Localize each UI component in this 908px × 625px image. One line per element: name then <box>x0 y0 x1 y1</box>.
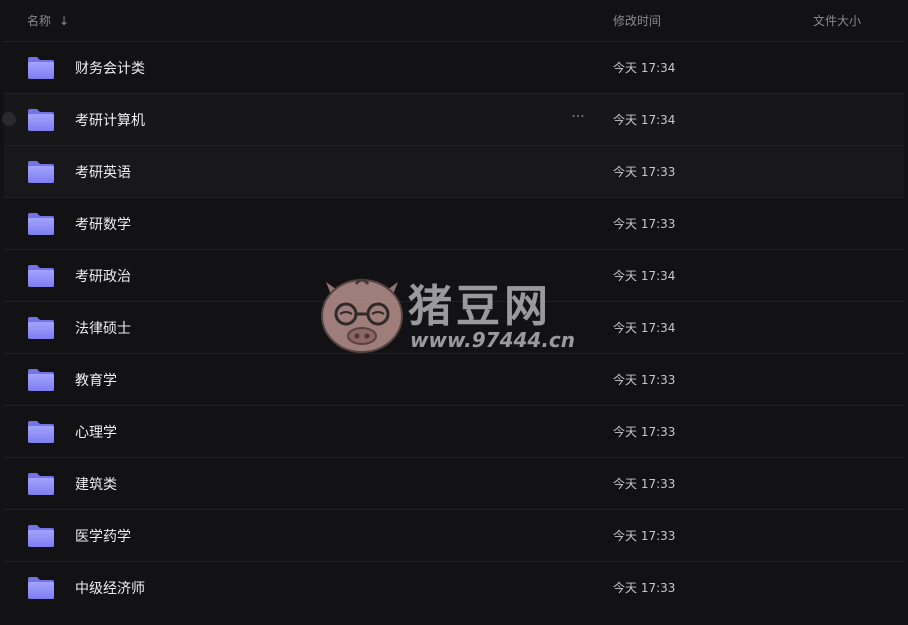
folder-icon <box>28 213 54 235</box>
folder-row[interactable]: 财务会计类 今天 17:34 <box>4 42 904 94</box>
modified-time: 今天 17:33 <box>613 373 676 387</box>
sort-down-icon[interactable]: ↓ <box>59 15 69 27</box>
modified-time: 今天 17:33 <box>613 217 676 231</box>
folder-name[interactable]: 考研计算机 <box>75 110 145 130</box>
folder-row[interactable]: 考研计算机 ··· 今天 17:34 <box>2 94 904 146</box>
folder-name[interactable]: 法律硕士 <box>75 318 131 338</box>
row-select-handle[interactable] <box>2 112 16 126</box>
folder-name[interactable]: 医学药学 <box>75 526 131 546</box>
file-size-column-header[interactable]: 文件大小 <box>813 12 861 29</box>
folder-name[interactable]: 心理学 <box>75 422 117 442</box>
pig-logo-icon <box>321 278 403 353</box>
folder-row[interactable]: 中级经济师 今天 17:33 <box>4 562 904 613</box>
folder-row[interactable]: 心理学 今天 17:33 <box>4 406 904 458</box>
folder-row[interactable]: 医学药学 今天 17:33 <box>4 510 904 562</box>
modified-time: 今天 17:33 <box>613 529 676 543</box>
modified-time: 今天 17:33 <box>613 165 676 179</box>
folder-name[interactable]: 教育学 <box>75 370 117 390</box>
watermark-url: www.97444.cn <box>410 328 576 352</box>
modified-time: 今天 17:34 <box>613 269 676 283</box>
modified-time: 今天 17:34 <box>613 113 676 127</box>
folder-icon <box>28 265 54 287</box>
name-column-label: 名称 <box>27 14 52 28</box>
folder-icon <box>28 317 54 339</box>
folder-icon <box>28 369 54 391</box>
folder-icon <box>28 421 54 443</box>
watermark-title: 猪豆网 <box>408 281 552 332</box>
folder-row[interactable]: 考研英语 今天 17:33 <box>4 146 904 198</box>
folder-name[interactable]: 考研政治 <box>75 266 131 286</box>
folder-name[interactable]: 中级经济师 <box>75 578 145 598</box>
file-list: 名称 ↓ 修改时间 文件大小 财务会计类 今天 17:34 考研计算机 ··· … <box>0 0 908 625</box>
folder-icon <box>28 473 54 495</box>
folder-row[interactable]: 教育学 今天 17:33 <box>4 354 904 406</box>
folder-row[interactable]: 建筑类 今天 17:33 <box>4 458 904 510</box>
modified-time: 今天 17:33 <box>613 425 676 439</box>
list-header: 名称 ↓ 修改时间 文件大小 <box>4 0 904 42</box>
folder-icon <box>28 109 54 131</box>
folder-name[interactable]: 建筑类 <box>75 474 117 494</box>
modified-time: 今天 17:33 <box>613 477 676 491</box>
folder-name[interactable]: 财务会计类 <box>75 58 145 78</box>
more-options-icon[interactable]: ··· <box>568 108 588 128</box>
folder-name[interactable]: 考研数学 <box>75 214 131 234</box>
folder-name[interactable]: 考研英语 <box>75 162 131 182</box>
modified-time: 今天 17:34 <box>613 61 676 75</box>
modified-time-column-header[interactable]: 修改时间 <box>613 12 661 29</box>
modified-time: 今天 17:33 <box>613 581 676 595</box>
folder-row[interactable]: 考研数学 今天 17:33 <box>4 198 904 250</box>
name-column-header[interactable]: 名称 ↓ <box>27 12 69 29</box>
folder-icon <box>28 57 54 79</box>
folder-icon <box>28 525 54 547</box>
folder-icon <box>28 577 54 599</box>
modified-time: 今天 17:34 <box>613 321 676 335</box>
watermark: 猪豆网 www.97444.cn <box>318 272 590 356</box>
folder-icon <box>28 161 54 183</box>
